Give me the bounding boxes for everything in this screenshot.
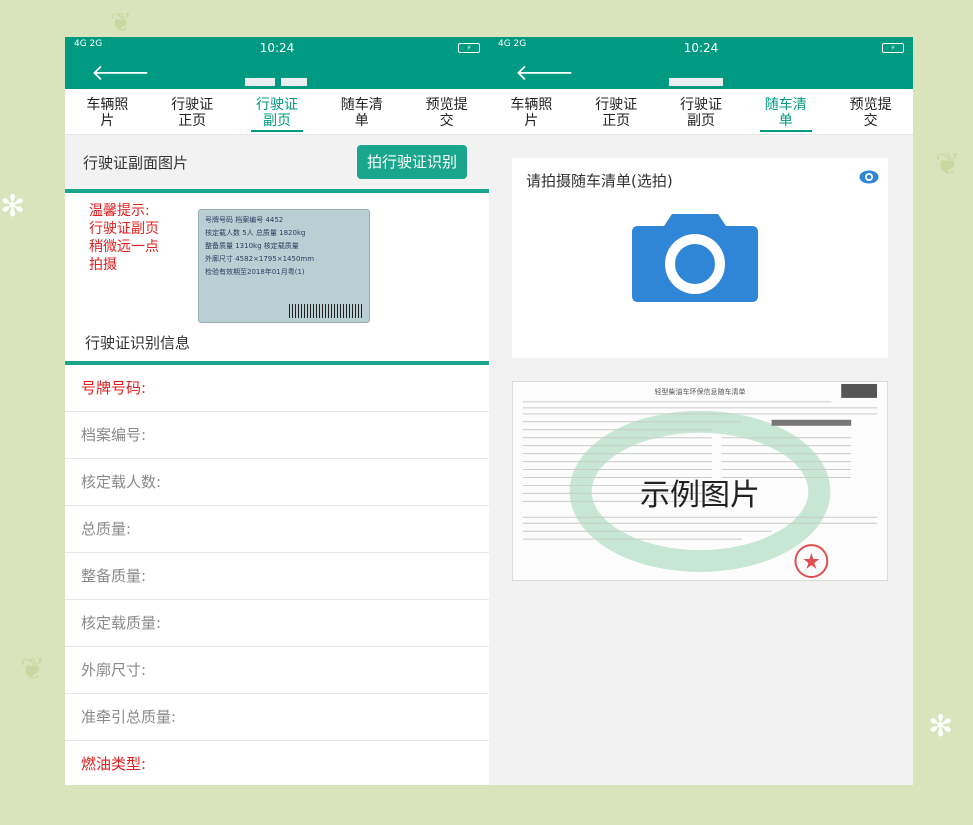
blurred-title (669, 71, 749, 86)
tab-vehicle-list[interactable]: 随车清单 (743, 89, 828, 134)
leaf-decoration-top: ❦ (110, 8, 132, 38)
recognize-license-button[interactable]: 拍行驶证识别 (356, 145, 467, 179)
sample-image[interactable]: 轻型柴油车环保信息随车清单 示例图片 (512, 381, 888, 581)
tab-license-front[interactable]: 行驶证 正页 (574, 89, 659, 134)
license-text: 号牌号码 档案编号 4452 (205, 216, 284, 224)
back-arrow-icon[interactable]: 🡐 (91, 59, 150, 89)
tab-vehicle-photo[interactable]: 车辆照片 (489, 89, 574, 134)
license-photo[interactable]: 号牌号码 档案编号 4452 核定载人数 5人 总质量 1820kg 整备质量 … (198, 209, 370, 323)
license-text: 检验有效期至2018年01月粤(1) (205, 268, 305, 276)
tab-bar: 车辆照片 行驶证 正页 行驶证 副页 随车清单 预览提交 (489, 89, 913, 135)
flower-decoration-left: ✻ (0, 189, 26, 224)
field-dimensions[interactable]: 外廓尺寸: (65, 647, 489, 694)
phone-screen-license-back: 4G 2G 10:24 ⚡ 🡐 车辆照片 行驶证 正页 行驶证 副页 随车清单 预览… (65, 37, 489, 785)
upload-card: 请拍摄随车清单(选拍) (512, 158, 888, 358)
tab-license-back[interactable]: 行驶证 副页 (659, 89, 744, 134)
field-file-number[interactable]: 档案编号: (65, 412, 489, 459)
sample-caption: 示例图片 (640, 478, 760, 513)
battery-icon: ⚡ (882, 43, 904, 53)
leaf-decoration-left: ❦ (20, 652, 46, 687)
field-passenger-capacity[interactable]: 核定载人数: (65, 459, 489, 506)
tip-line: 稍微远一点 (89, 239, 159, 255)
license-text: 外廓尺寸 4582×1795×1450mm (205, 255, 315, 263)
field-towing-mass[interactable]: 准牵引总质量: (65, 694, 489, 741)
field-rated-load[interactable]: 核定载质量: (65, 600, 489, 647)
battery-icon: ⚡ (458, 43, 480, 53)
camera-icon[interactable] (632, 210, 758, 302)
tab-license-back[interactable]: 行驶证 副页 (235, 89, 320, 134)
tab-license-front[interactable]: 行驶证 正页 (150, 89, 235, 134)
license-image-area: 温馨提示: 行驶证副页 稍微远一点 拍摄 号牌号码 档案编号 4452 核定载人… (65, 193, 489, 323)
status-bar: 4G 2G 10:24 ⚡ (65, 37, 489, 59)
upload-label: 请拍摄随车清单(选拍) (526, 172, 673, 190)
recognition-info-header: 行驶证识别信息 (65, 323, 489, 361)
eye-icon[interactable] (859, 170, 879, 184)
back-arrow-icon[interactable]: 🡐 (515, 59, 574, 89)
nav-bar: 🡐 (489, 59, 913, 89)
status-time: 10:24 (259, 41, 295, 55)
status-bar: 4G 2G 10:24 ⚡ (489, 37, 913, 59)
info-fields: 号牌号码: 档案编号: 核定载人数: 总质量: 整备质量: 核定载质量: 外廓尺… (65, 365, 489, 785)
leaf-decoration-right: ❦ (935, 147, 961, 182)
tip-line: 拍摄 (89, 257, 117, 273)
warm-tip: 温馨提示: 行驶证副页 稍微远一点 拍摄 (89, 202, 199, 274)
tab-preview-submit[interactable]: 预览提交 (404, 89, 489, 134)
nav-bar: 🡐 (65, 59, 489, 89)
license-image-header: 行驶证副面图片 拍行驶证识别 (65, 135, 489, 189)
license-text: 核定载人数 5人 总质量 1820kg (205, 229, 306, 237)
field-total-mass[interactable]: 总质量: (65, 506, 489, 553)
flower-decoration-right: ✻ (928, 709, 954, 744)
field-plate-number[interactable]: 号牌号码: (65, 365, 489, 412)
tab-preview-submit[interactable]: 预览提交 (828, 89, 913, 134)
status-time: 10:24 (683, 41, 719, 55)
tab-bar: 车辆照片 行驶证 正页 行驶证 副页 随车清单 预览提交 (65, 89, 489, 135)
license-text: 整备质量 1310kg 核定载质量 (205, 242, 299, 250)
tip-line: 行驶证副页 (89, 221, 159, 237)
tip-line: 温馨提示: (89, 203, 150, 219)
sample-doc-title: 轻型柴油车环保信息随车清单 (654, 388, 746, 396)
tab-vehicle-list[interactable]: 随车清单 (319, 89, 404, 134)
barcode (289, 304, 363, 318)
section-title: 行驶证副面图片 (83, 153, 189, 172)
field-fuel-type[interactable]: 燃油类型: (65, 741, 489, 785)
phone-screen-vehicle-list: 4G 2G 10:24 ⚡ 🡐 车辆照片 行驶证 正页 行驶证 副页 随车清单 预览… (489, 37, 913, 785)
field-curb-mass[interactable]: 整备质量: (65, 553, 489, 600)
blurred-title (245, 71, 325, 86)
tab-vehicle-photo[interactable]: 车辆照片 (65, 89, 150, 134)
